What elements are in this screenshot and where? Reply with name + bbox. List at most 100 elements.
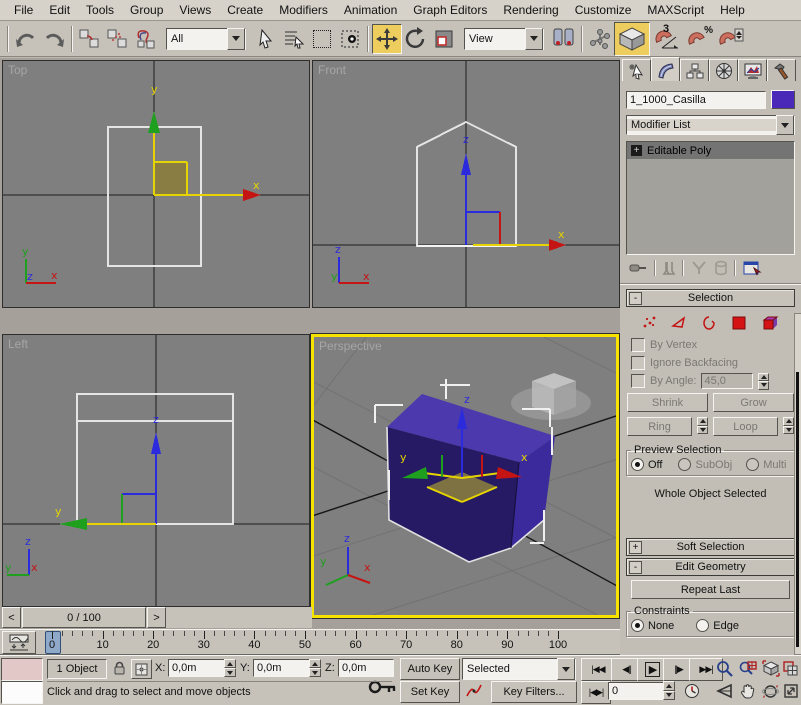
dropdown-arrow-button[interactable] xyxy=(557,658,575,680)
unlink-selection-button[interactable] xyxy=(104,25,132,53)
dropdown-arrow-button[interactable] xyxy=(525,28,543,50)
window-crossing-button[interactable] xyxy=(336,25,364,53)
shrink-button[interactable]: Shrink xyxy=(627,393,708,412)
default-tangent-button[interactable] xyxy=(462,681,486,701)
tab-motion[interactable] xyxy=(709,59,738,81)
tab-display[interactable] xyxy=(738,59,767,81)
menu-graph-editors[interactable]: Graph Editors xyxy=(405,1,495,19)
select-by-name-button[interactable] xyxy=(280,25,308,53)
go-to-start-button[interactable]: |◀◀ xyxy=(581,658,615,681)
x-coordinate-field[interactable]: 0,0m xyxy=(168,659,228,677)
x-spinner[interactable] xyxy=(224,659,236,677)
rectangular-selection-region-button[interactable] xyxy=(308,25,336,53)
frame-spinner[interactable] xyxy=(663,681,675,700)
constraints-edge-radio[interactable] xyxy=(696,619,709,632)
by-angle-spinner[interactable] xyxy=(758,373,769,390)
viewport-front[interactable]: Front z x z y x xyxy=(312,60,620,308)
by-vertex-checkbox[interactable] xyxy=(631,338,645,352)
selection-filter-dropdown[interactable]: All xyxy=(166,28,246,50)
time-slider-next-button[interactable]: > xyxy=(147,607,166,628)
bind-to-space-warp-button[interactable] xyxy=(132,25,160,53)
time-configuration-button[interactable] xyxy=(681,681,703,701)
menu-help[interactable]: Help xyxy=(712,1,753,19)
gizmo-plane-handle[interactable] xyxy=(154,162,187,195)
track-bar[interactable]: 0102030405060708090100 xyxy=(0,629,620,655)
menu-rendering[interactable]: Rendering xyxy=(495,1,566,19)
snaps-toggle-button[interactable] xyxy=(614,22,650,56)
selection-lock-toggle[interactable] xyxy=(110,659,128,677)
key-mode-toggle-button[interactable]: |◀▶| xyxy=(581,681,611,704)
zoom-extents-button[interactable] xyxy=(760,658,781,678)
menu-maxscript[interactable]: MAXScript xyxy=(639,1,712,19)
ring-spinner[interactable] xyxy=(697,417,708,434)
remove-modifier-icon[interactable] xyxy=(714,260,728,276)
viewport-perspective[interactable]: Perspective xyxy=(311,334,619,618)
grow-button[interactable]: Grow xyxy=(713,393,794,412)
polygon-mode-icon[interactable] xyxy=(731,314,748,331)
undo-button[interactable] xyxy=(12,25,40,53)
border-mode-icon[interactable] xyxy=(701,314,718,331)
menu-edit[interactable]: Edit xyxy=(41,1,78,19)
pin-stack-icon[interactable] xyxy=(628,260,648,276)
loop-spinner[interactable] xyxy=(783,417,794,434)
pan-view-button[interactable] xyxy=(737,681,758,701)
tab-hierarchy[interactable] xyxy=(680,59,709,81)
tab-utilities[interactable] xyxy=(767,59,796,81)
gizmo-y-arrow[interactable] xyxy=(59,518,87,530)
zoom-all-button[interactable] xyxy=(737,658,758,678)
preview-multi-radio[interactable] xyxy=(746,458,759,471)
zoom-extents-all-button[interactable] xyxy=(781,658,800,678)
spinner-snap-button[interactable] xyxy=(714,25,746,53)
edge-mode-icon[interactable] xyxy=(671,314,688,331)
dropdown-arrow-button[interactable] xyxy=(227,28,245,50)
menu-file[interactable]: File xyxy=(6,1,41,19)
gizmo-z-arrow[interactable] xyxy=(151,432,161,454)
object-color-swatch[interactable] xyxy=(771,90,795,109)
loop-button[interactable]: Loop xyxy=(713,417,778,436)
modifier-list-dropdown[interactable]: Modifier List xyxy=(626,115,795,135)
ring-button[interactable]: Ring xyxy=(627,417,692,436)
percent-snap-button[interactable]: % xyxy=(682,25,714,53)
viewport-left[interactable]: Left z y z y x xyxy=(2,334,310,607)
select-and-manipulate-button[interactable] xyxy=(586,25,614,53)
field-of-view-button[interactable] xyxy=(714,681,735,701)
time-slider-handle[interactable]: 0 / 100 xyxy=(22,607,146,628)
selected-filter-dropdown[interactable]: Selected xyxy=(462,658,576,680)
absolute-mode-toggle[interactable] xyxy=(131,659,152,679)
repeat-last-button[interactable]: Repeat Last xyxy=(631,580,790,599)
tab-create[interactable] xyxy=(622,59,651,81)
select-and-move-button[interactable] xyxy=(372,24,402,54)
modifier-stack[interactable]: + Editable Poly xyxy=(626,141,795,255)
select-and-scale-button[interactable] xyxy=(430,25,458,53)
maxscript-mini-listener-pink[interactable] xyxy=(1,658,43,681)
make-unique-icon[interactable] xyxy=(690,260,708,276)
dropdown-arrow-button[interactable] xyxy=(776,115,794,135)
configure-modifier-sets-icon[interactable] xyxy=(742,260,762,276)
by-angle-checkbox[interactable] xyxy=(631,374,645,388)
command-panel-scrollbar[interactable] xyxy=(794,313,801,655)
menu-views[interactable]: Views xyxy=(171,1,219,19)
select-and-link-button[interactable] xyxy=(76,25,104,53)
zoom-button[interactable] xyxy=(714,658,735,678)
auto-key-button[interactable]: Auto Key xyxy=(400,658,460,680)
menu-animation[interactable]: Animation xyxy=(336,1,405,19)
preview-off-radio[interactable] xyxy=(631,458,644,471)
rollout-selection-header[interactable]: - Selection xyxy=(626,289,795,307)
use-pivot-point-button[interactable] xyxy=(550,25,578,53)
viewport-top[interactable]: Top y x y x z xyxy=(2,60,310,308)
ignore-backfacing-checkbox[interactable] xyxy=(631,356,645,370)
menu-modifiers[interactable]: Modifiers xyxy=(271,1,336,19)
object-name-field[interactable]: 1_1000_Casilla xyxy=(626,91,766,109)
y-spinner[interactable] xyxy=(309,659,321,677)
redo-button[interactable] xyxy=(40,25,68,53)
y-coordinate-field[interactable]: 0,0m xyxy=(253,659,313,677)
menu-customize[interactable]: Customize xyxy=(567,1,640,19)
time-slider-prev-button[interactable]: < xyxy=(2,607,21,628)
key-filters-button[interactable]: Key Filters... xyxy=(491,681,577,703)
scrollbar-thumb[interactable] xyxy=(796,372,799,647)
set-key-button[interactable]: Set Key xyxy=(400,681,460,703)
viewport-perspective-label[interactable]: Perspective xyxy=(319,339,382,353)
rollout-soft-selection-header[interactable]: + Soft Selection xyxy=(626,538,795,556)
reference-coordinate-dropdown[interactable]: View xyxy=(464,28,544,50)
vertex-mode-icon[interactable] xyxy=(641,314,658,331)
